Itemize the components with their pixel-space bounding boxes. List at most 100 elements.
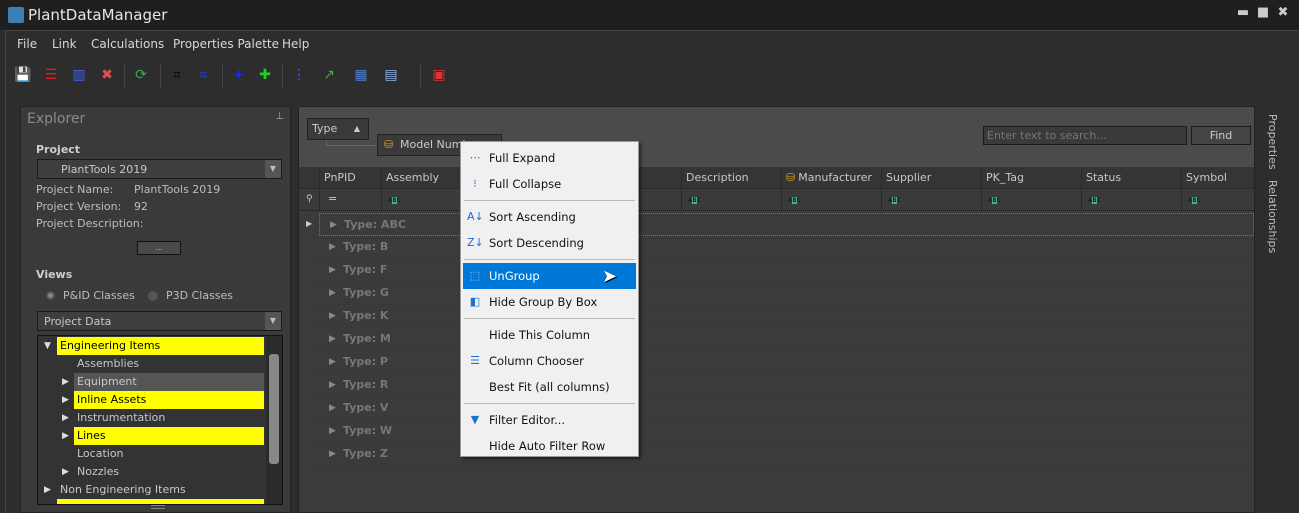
column-header-pk-tag[interactable]: PK_Tag	[981, 167, 1081, 189]
refresh-icon[interactable]: ⟳	[132, 66, 150, 84]
find-button[interactable]: Find	[1191, 126, 1251, 145]
expand-arrow-icon[interactable]: ▶	[329, 374, 336, 396]
filter-cell[interactable]: ABC	[681, 189, 781, 211]
minimize-button[interactable]: ▬	[1236, 6, 1250, 20]
tab-relationships[interactable]: Relationships	[1266, 180, 1279, 253]
tree-node[interactable]: Lines	[74, 427, 264, 445]
collapsed-arrow-icon[interactable]: ▶	[44, 485, 51, 495]
tree-node[interactable]: Inline Assets	[74, 391, 264, 409]
rows-icon[interactable]: ☰	[42, 66, 60, 84]
expand-arrow-icon[interactable]: ▶	[329, 420, 336, 442]
tree-node[interactable]: Assemblies	[74, 355, 264, 373]
tree-node[interactable]: Nozzles	[74, 463, 264, 481]
menu-item-best-fit-all-columns[interactable]: Best Fit (all columns)	[463, 374, 636, 400]
group-chip-type[interactable]: Type ▲	[307, 118, 369, 140]
expand-arrow-icon[interactable]: ▶	[329, 282, 336, 304]
collapsed-arrow-icon[interactable]: ▶	[62, 413, 69, 423]
project-combo[interactable]: PlantTools 2019 ▼	[37, 159, 282, 179]
menu-item-hide-group-by-box[interactable]: ◧ Hide Group By Box	[463, 289, 636, 315]
menu-properties-palette[interactable]: Properties Palette	[173, 37, 279, 51]
tree-node[interactable]: Equipment	[74, 373, 264, 391]
add-icon[interactable]: +	[230, 66, 248, 84]
equals-operator-icon[interactable]: =	[328, 192, 337, 205]
menu-item-sort-ascending[interactable]: A↓ Sort Ascending	[463, 204, 636, 230]
text-filter-icon[interactable]: ABC	[688, 197, 701, 204]
add-item-icon[interactable]: ✚	[256, 66, 274, 84]
more-button[interactable]: ...	[137, 241, 181, 255]
collapsed-arrow-icon[interactable]: ▶	[62, 395, 69, 405]
tree-node[interactable]: Instrumentation	[74, 409, 264, 427]
delete-icon[interactable]: ✖	[98, 66, 116, 84]
expand-arrow-icon[interactable]: ▶	[329, 351, 336, 373]
collapsed-arrow-icon[interactable]: ▶	[62, 377, 69, 387]
expand-arrow-icon[interactable]: ▶	[329, 259, 336, 281]
maximize-button[interactable]: ■	[1256, 6, 1270, 20]
filter-row-icon: ⚲	[306, 194, 313, 204]
import-icon[interactable]: ▦	[352, 66, 370, 84]
text-filter-icon[interactable]: ABC	[988, 197, 1001, 204]
filter-cell[interactable]: ABC	[1081, 189, 1181, 211]
tab-properties[interactable]: Properties	[1266, 114, 1279, 170]
expand-arrow-icon[interactable]: ▶	[329, 305, 336, 327]
radio-pid-classes[interactable]	[46, 291, 55, 300]
chevron-down-icon: ▼	[265, 312, 281, 330]
column-header-manufacturer[interactable]: ⛁ Manufacturer	[781, 167, 881, 189]
export-icon[interactable]: ↗	[320, 66, 338, 84]
menu-item-sort-descending[interactable]: Z↓ Sort Descending	[463, 230, 636, 256]
menu-item-label: Hide Auto Filter Row	[489, 439, 606, 453]
expand-arrow-icon[interactable]: ▶	[329, 328, 336, 350]
pin-icon[interactable]: ⊥	[275, 111, 284, 122]
filter-cell[interactable]: =	[319, 189, 381, 211]
text-filter-icon[interactable]: ABC	[388, 197, 401, 204]
find-replace-icon[interactable]: ⌗	[194, 66, 212, 84]
find-icon[interactable]: ⌗	[168, 66, 186, 84]
radio-pid-label: P&ID Classes	[63, 289, 135, 302]
filter-cell[interactable]: ABC	[1181, 189, 1256, 211]
column-header-status[interactable]: Status	[1081, 167, 1181, 189]
tree-node[interactable]: Non Engineering Items	[57, 481, 264, 499]
scrollbar-thumb[interactable]	[269, 354, 279, 464]
column-header-supplier[interactable]: Supplier	[881, 167, 981, 189]
menu-item-filter-editor[interactable]: ▼ Filter Editor...	[463, 407, 636, 433]
expand-arrow-icon[interactable]: ▶	[329, 397, 336, 419]
menu-item-hide-this-column[interactable]: Hide This Column	[463, 322, 636, 348]
filter-cell[interactable]: ABC	[781, 189, 881, 211]
link-icon[interactable]: ⋮	[290, 66, 308, 84]
menu-item-full-collapse[interactable]: ⁝ Full Collapse	[463, 171, 636, 197]
expand-arrow-icon[interactable]: ▶	[330, 214, 337, 236]
collapsed-arrow-icon[interactable]: ▶	[62, 467, 69, 477]
menu-calculations[interactable]: Calculations	[91, 37, 164, 51]
column-header-pnpid[interactable]: PnPID	[319, 167, 381, 189]
tree-node[interactable]: Location	[74, 445, 264, 463]
search-input[interactable]: Enter text to search...	[983, 126, 1187, 145]
data-view-combo[interactable]: Project Data ▼	[37, 311, 282, 331]
filter-cell[interactable]: ABC	[981, 189, 1081, 211]
close-button[interactable]: ✖	[1276, 6, 1290, 20]
radio-p3d-classes[interactable]	[148, 291, 158, 301]
resize-grip[interactable]	[151, 505, 165, 509]
close-document-icon[interactable]: ▣	[430, 66, 448, 84]
column-header-description[interactable]: Description	[681, 167, 781, 189]
text-filter-icon[interactable]: ABC	[888, 197, 901, 204]
menu-item-hide-auto-filter-row[interactable]: Hide Auto Filter Row	[463, 433, 636, 459]
menu-help[interactable]: Help	[282, 37, 309, 51]
expand-arrow-icon[interactable]: ▶	[329, 443, 336, 465]
save-icon[interactable]: 💾	[14, 66, 32, 84]
tree-node[interactable]: Engineering Items	[57, 337, 264, 355]
menu-separator	[464, 259, 635, 260]
menu-link[interactable]: Link	[52, 37, 77, 51]
text-filter-icon[interactable]: ABC	[1188, 197, 1201, 204]
menu-file[interactable]: File	[17, 37, 37, 51]
text-filter-icon[interactable]: ABC	[788, 197, 801, 204]
collapsed-arrow-icon[interactable]: ▶	[62, 431, 69, 441]
menu-item-column-chooser[interactable]: ☰ Column Chooser	[463, 348, 636, 374]
column-header-symbol-name[interactable]: Symbol Name	[1181, 167, 1256, 205]
filter-cell[interactable]: ABC	[881, 189, 981, 211]
full-collapse-icon: ⁝	[473, 177, 477, 190]
text-filter-icon[interactable]: ABC	[1088, 197, 1101, 204]
columns-icon[interactable]: ▥	[70, 66, 88, 84]
expand-arrow-icon[interactable]: ▶	[329, 236, 336, 258]
menu-item-full-expand[interactable]: ⋯ Full Expand	[463, 145, 636, 171]
layout-icon[interactable]: ▤	[382, 66, 400, 84]
expanded-arrow-icon[interactable]: ▼	[44, 341, 51, 351]
